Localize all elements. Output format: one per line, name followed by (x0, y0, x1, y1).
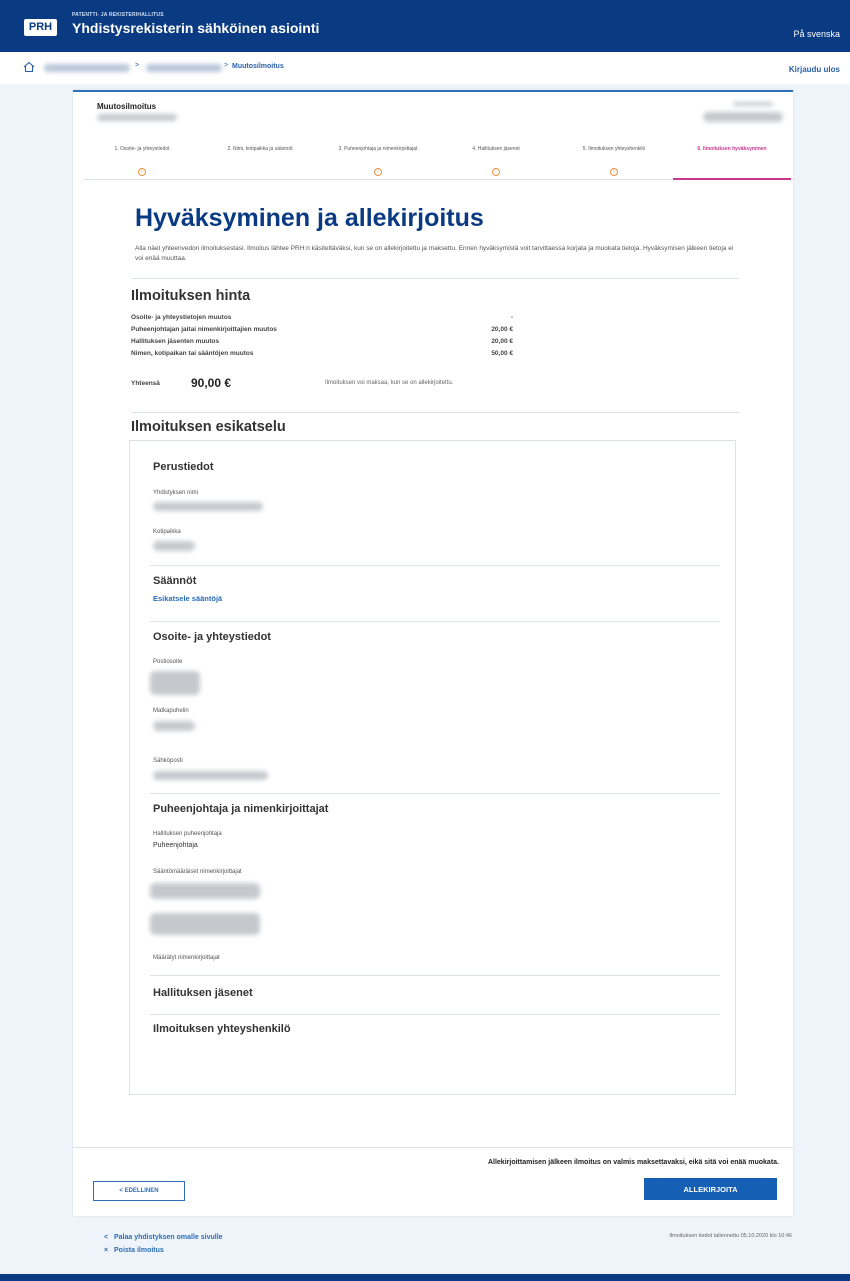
total-note: Ilmoituksen voi maksaa, kun se on alleki… (325, 380, 454, 386)
app-header: PRH PATENTTI- JA REKISTERIHALLITUS Yhdis… (0, 0, 850, 52)
total-label: Yhteensä (131, 380, 160, 387)
price-row-amount: 20,00 € (491, 338, 513, 345)
section-title-rules: Säännöt (153, 575, 197, 587)
step-5[interactable]: 5. Ilmoituksen yhteyshenkilö ! (555, 146, 673, 180)
sign-button[interactable]: ALLEKIRJOITA (644, 1178, 777, 1200)
breadcrumb-item-redacted-2[interactable] (146, 64, 222, 72)
field-label-signers: Sääntömääräiset nimenkirjoittajat (153, 869, 242, 875)
preview-heading: Ilmoituksen esikatselu (131, 419, 286, 435)
divider (150, 975, 720, 976)
home-icon[interactable] (22, 60, 36, 74)
redacted-id (733, 102, 773, 106)
back-link-label: Palaa yhdistyksen omalle sivulle (114, 1234, 223, 1241)
step-6[interactable]: 6. Ilmoituksen hyväksyminen (673, 146, 791, 180)
warning-icon: ! (138, 168, 146, 176)
redacted-phone (153, 721, 195, 731)
price-row: Puheenjohtajan jaitai nimenkirjoittajien… (131, 326, 513, 333)
step-label: 1. Osoite- ja yhteystiedot (114, 146, 170, 152)
footer-strip (0, 1274, 850, 1281)
redacted-signer-2 (150, 913, 260, 935)
step-label: 3. Puheenjohtaja ja nimenkirjoittajat (338, 146, 418, 152)
form-title: Muutosilmoitus (97, 102, 157, 111)
sign-note: Allekirjoittamisen jälkeen ilmoitus on v… (487, 1159, 779, 1166)
price-row-amount: 20,00 € (491, 326, 513, 333)
main-panel: Muutosilmoitus 1. Osoite- ja yhteystiedo… (73, 90, 793, 1216)
price-row: Nimen, kotipaikan tai sääntöjen muutos 5… (131, 350, 513, 357)
divider (150, 565, 720, 566)
field-label-home: Kotipaikka (153, 529, 181, 535)
logout-link[interactable]: Kirjaudu ulos (789, 65, 840, 74)
step-4[interactable]: 4. Hallituksen jäsenet ! (437, 146, 555, 180)
field-label-email: Sähköposti (153, 758, 183, 764)
step-2[interactable]: 2. Nimi, kotipaikka ja säännöt ! (201, 146, 319, 180)
step-progress: 1. Osoite- ja yhteystiedot ! 2. Nimi, ko… (83, 146, 793, 180)
prh-logo[interactable]: PRH (24, 19, 57, 36)
field-label-chair: Hallituksen puheenjohtaja (153, 831, 222, 837)
delete-link-label: Poista ilmoitus (114, 1247, 164, 1254)
breadcrumb-separator: > (135, 62, 140, 69)
org-subtitle: PATENTTI- JA REKISTERIHALLITUS (72, 12, 164, 18)
delete-notification-link[interactable]: × Poista ilmoitus (104, 1247, 164, 1254)
field-label-postal: Postiosoite (153, 659, 183, 665)
intro-text: Alla näet yhteenvedon ilmoituksestasi. I… (135, 245, 734, 262)
divider (73, 1147, 793, 1148)
section-title-basic: Perustiedot (153, 461, 214, 473)
redacted-email (153, 771, 268, 780)
warning-icon: ! (610, 168, 618, 176)
previous-button[interactable]: < EDELLINEN (93, 1181, 185, 1201)
price-row: Hallituksen jäsenten muutos 20,00 € (131, 338, 513, 345)
redacted-user (703, 112, 783, 122)
price-row-label: Osoite- ja yhteystietojen muutos (131, 314, 232, 321)
field-label-appointed: Määrätyt nimenkirjoittajat (153, 955, 220, 961)
app-title: Yhdistysrekisterin sähköinen asiointi (72, 20, 320, 36)
price-row-label: Nimen, kotipaikan tai sääntöjen muutos (131, 350, 254, 357)
redacted-postal (150, 671, 200, 695)
close-icon: × (104, 1247, 109, 1254)
step-3[interactable]: 3. Puheenjohtaja ja nimenkirjoittajat ! (319, 146, 437, 180)
section-title-contact: Osoite- ja yhteystiedot (153, 631, 271, 643)
page-title: Hyväksyminen ja allekirjoitus (135, 204, 484, 232)
section-title-board: Hallituksen jäsenet (153, 987, 253, 999)
divider (131, 412, 739, 413)
saved-timestamp: Ilmoituksen tiedot tallennettu 05.10.202… (669, 1233, 792, 1239)
divider (150, 793, 720, 794)
step-1[interactable]: 1. Osoite- ja yhteystiedot ! (83, 146, 201, 180)
warning-icon: ! (374, 168, 382, 176)
preview-card: Perustiedot Yhdistyksen nimi Kotipaikka … (129, 440, 736, 1095)
section-title-chair: Puheenjohtaja ja nimenkirjoittajat (153, 803, 329, 815)
breadcrumb: > > Muutosilmoitus Kirjaudu ulos (0, 52, 850, 84)
price-row-amount: 50,00 € (491, 350, 513, 357)
divider (131, 278, 739, 279)
price-row-label: Puheenjohtajan jaitai nimenkirjoittajien… (131, 326, 277, 333)
price-row: Osoite- ja yhteystietojen muutos - (131, 314, 513, 321)
back-to-association-link[interactable]: < Palaa yhdistyksen omalle sivulle (104, 1234, 223, 1241)
field-label-name: Yhdistyksen nimi (153, 490, 199, 496)
divider (150, 621, 720, 622)
field-label-phone: Matkapuhelin (153, 708, 189, 714)
redacted-signer-1 (150, 883, 260, 899)
language-switch-link[interactable]: På svenska (793, 29, 840, 39)
price-row-label: Hallituksen jäsenten muutos (131, 338, 220, 345)
redacted-association-name (97, 114, 177, 121)
step-label: 6. Ilmoituksen hyväksyminen (697, 146, 767, 152)
breadcrumb-item-redacted-1[interactable] (44, 64, 130, 72)
step-label: 2. Nimi, kotipaikka ja säännöt (227, 146, 293, 152)
step-label: 4. Hallituksen jäsenet (472, 146, 520, 152)
total-value: 90,00 € (191, 376, 232, 390)
chevron-left-icon: < (104, 1234, 109, 1241)
breadcrumb-current: Muutosilmoitus (232, 63, 284, 70)
redacted-name (153, 502, 263, 511)
price-heading: Ilmoituksen hinta (131, 288, 251, 304)
step-label: 5. Ilmoituksen yhteyshenkilö (582, 146, 646, 152)
breadcrumb-separator: > (224, 62, 229, 69)
divider (150, 1014, 720, 1015)
redacted-home (153, 541, 195, 551)
warning-icon: ! (492, 168, 500, 176)
section-title-contact-person: Ilmoituksen yhteyshenkilö (153, 1023, 291, 1035)
price-row-amount: - (510, 314, 513, 321)
preview-rules-link[interactable]: Esikatsele sääntöjä (153, 594, 222, 603)
chair-value: Puheenjohtaja (153, 842, 198, 849)
